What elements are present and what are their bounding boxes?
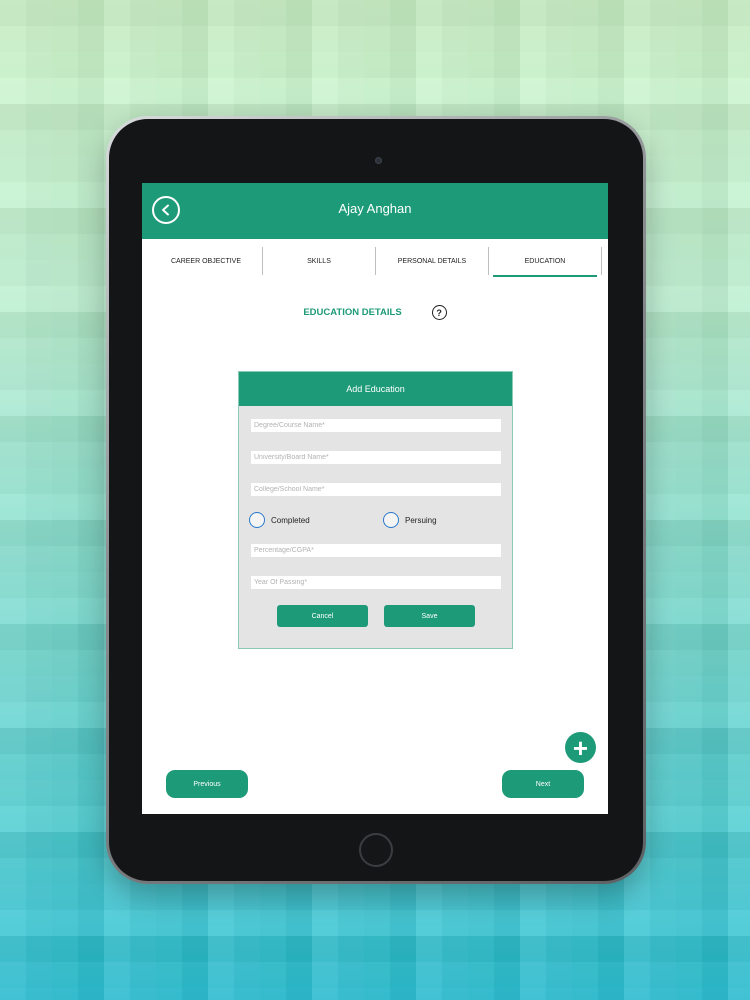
tablet-frame: Ajay Anghan CAREER OBJECTIVE SKILLS PERS… bbox=[106, 116, 646, 884]
tab-skills[interactable]: SKILLS bbox=[263, 247, 376, 275]
status-radio-group: Completed Persuing bbox=[249, 511, 504, 529]
page-title: Ajay Anghan bbox=[338, 201, 412, 216]
radio-completed[interactable]: Completed bbox=[249, 512, 310, 528]
radio-circle[interactable] bbox=[383, 512, 399, 528]
degree-input[interactable] bbox=[251, 419, 501, 432]
plus-icon[interactable]: + bbox=[565, 732, 596, 763]
previous-button[interactable]: Previous bbox=[166, 770, 248, 798]
year-input[interactable] bbox=[251, 576, 501, 589]
tab-personal-details[interactable]: PERSONAL DETAILS bbox=[376, 247, 489, 275]
cancel-button[interactable]: Cancel bbox=[277, 605, 368, 627]
tab-education[interactable]: EDUCATION bbox=[489, 247, 602, 277]
university-input[interactable] bbox=[251, 451, 501, 464]
question-icon[interactable]: ? bbox=[431, 305, 447, 320]
tab-bar: CAREER OBJECTIVE SKILLS PERSONAL DETAILS… bbox=[150, 247, 602, 277]
next-button[interactable]: Next bbox=[502, 770, 584, 798]
camera-icon bbox=[375, 157, 382, 164]
section-header: EDUCATION DETAILS ? bbox=[142, 305, 608, 320]
radio-label-persuing: Persuing bbox=[405, 515, 437, 525]
radio-persuing[interactable]: Persuing bbox=[383, 512, 437, 528]
percentage-input[interactable] bbox=[251, 544, 501, 557]
section-title: EDUCATION DETAILS bbox=[303, 307, 402, 318]
radio-circle[interactable] bbox=[249, 512, 265, 528]
app-header: Ajay Anghan bbox=[142, 183, 608, 239]
app-screen: Ajay Anghan CAREER OBJECTIVE SKILLS PERS… bbox=[142, 183, 608, 814]
dialog-title: Add Education bbox=[239, 372, 512, 406]
save-button[interactable]: Save bbox=[384, 605, 475, 627]
tablet-bezel: Ajay Anghan CAREER OBJECTIVE SKILLS PERS… bbox=[109, 119, 643, 881]
college-input[interactable] bbox=[251, 483, 501, 496]
add-education-dialog: Add Education Completed Persuing bbox=[238, 371, 513, 649]
home-button[interactable] bbox=[359, 833, 393, 867]
radio-label-completed: Completed bbox=[271, 515, 310, 525]
tab-career-objective[interactable]: CAREER OBJECTIVE bbox=[150, 247, 263, 275]
